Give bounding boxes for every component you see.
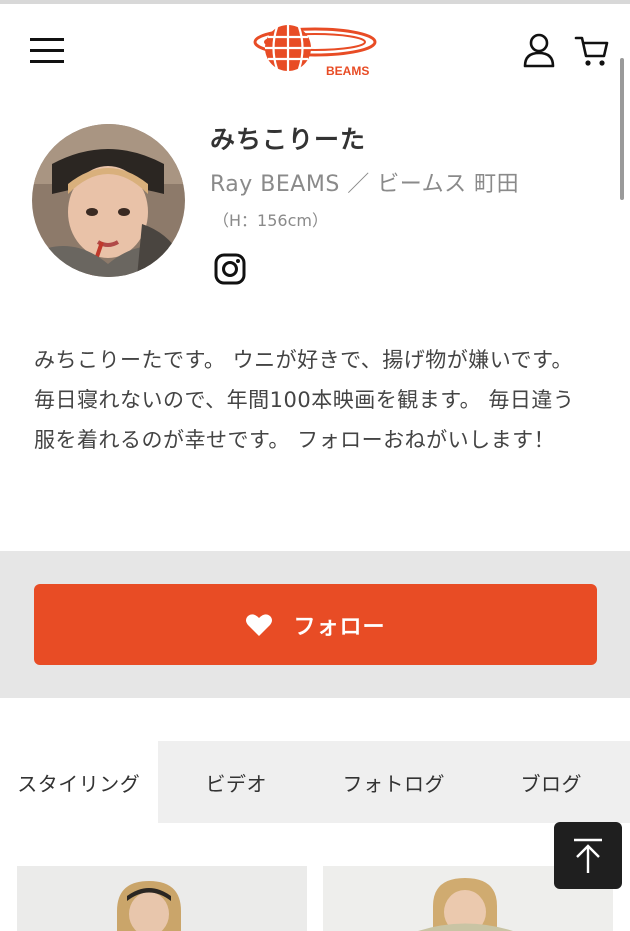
hamburger-menu-button[interactable] [30, 38, 64, 64]
arrow-up-icon [574, 838, 602, 873]
content-tabs: スタイリング ビデオ フォトログ ブログ [0, 741, 630, 823]
staff-shop[interactable]: Ray BEAMS ／ ビームス 町田 [210, 166, 519, 198]
account-button[interactable] [522, 32, 556, 68]
site-header: BEAMS [0, 4, 630, 94]
instagram-icon [214, 253, 246, 285]
user-icon [523, 33, 555, 68]
instagram-link[interactable] [213, 252, 247, 286]
profile-photo [32, 124, 185, 277]
back-to-top-button[interactable] [554, 822, 622, 889]
styling-photo [17, 866, 307, 931]
tab-blog[interactable]: ブログ [473, 741, 630, 823]
tab-video[interactable]: ビデオ [158, 741, 316, 823]
hamburger-line [30, 60, 64, 63]
cart-icon [574, 36, 609, 66]
tab-photolog[interactable]: フォトログ [315, 741, 473, 823]
beams-logo[interactable]: BEAMS [250, 20, 380, 80]
cart-button[interactable] [574, 32, 610, 68]
staff-height: （H：156cm） [213, 211, 328, 230]
beams-logo-icon: BEAMS [253, 25, 377, 78]
staff-name: みちこりーた [210, 125, 367, 154]
staff-bio: みちこりーたです。 ウニが好きで、揚げ物が嫌いです。 毎日寝れないので、年間10… [34, 348, 575, 452]
styling-thumbnail[interactable] [17, 866, 307, 931]
follow-button[interactable]: フォロー [34, 584, 597, 665]
avatar [32, 124, 185, 277]
tab-styling[interactable]: スタイリング [0, 741, 158, 823]
hamburger-icon [30, 38, 64, 41]
follow-label: フォロー [293, 614, 386, 640]
scrollbar[interactable] [620, 58, 624, 200]
svg-text:BEAMS: BEAMS [326, 64, 369, 78]
heart-icon [246, 613, 273, 636]
hamburger-line [30, 49, 64, 52]
